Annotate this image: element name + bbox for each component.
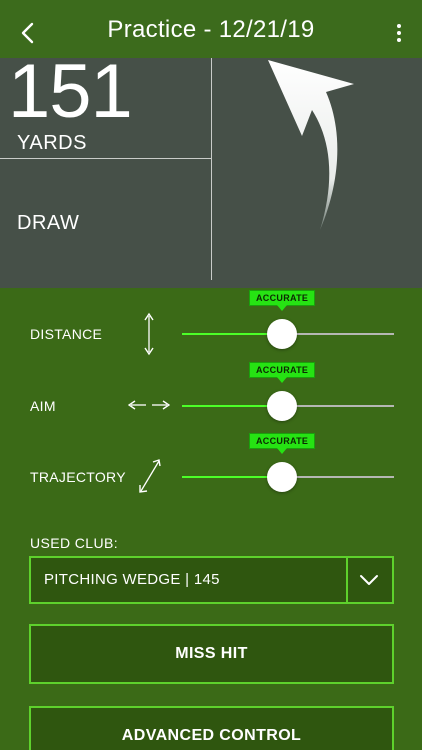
advanced-control-button[interactable]: ADVANCED CONTROL xyxy=(29,706,394,750)
divider xyxy=(346,558,348,602)
page-title: Practice - 12/21/19 xyxy=(107,16,315,43)
trajectory-label: TRAJECTORY xyxy=(30,469,126,485)
more-menu-button[interactable] xyxy=(390,20,408,46)
distance-accuracy-badge: ACCURATE xyxy=(249,290,316,311)
club-dropdown-value: PITCHING WEDGE | 145 xyxy=(44,571,220,588)
aim-accuracy-badge: ACCURATE xyxy=(249,362,316,383)
diagonal-arrows-icon xyxy=(139,459,161,493)
trajectory-control-row: TRAJECTORY ACCURATE xyxy=(0,433,422,503)
miss-hit-button[interactable]: MISS HIT xyxy=(29,624,394,684)
chevron-down-icon xyxy=(360,575,378,585)
trajectory-accuracy-badge: ACCURATE xyxy=(249,433,316,454)
aim-label: AIM xyxy=(30,398,56,414)
aim-slider-thumb[interactable] xyxy=(267,391,297,421)
club-dropdown-toggle[interactable] xyxy=(358,570,380,590)
distance-value: 151 xyxy=(8,49,133,134)
shot-path-arrow-icon xyxy=(268,60,354,230)
trajectory-slider-thumb[interactable] xyxy=(267,462,297,492)
horizontal-arrows-icon xyxy=(128,400,170,410)
vertical-arrows-icon xyxy=(144,312,154,356)
distance-slider-thumb[interactable] xyxy=(267,319,297,349)
shot-shape: DRAW xyxy=(17,212,80,234)
shot-summary-panel: 151 YARDS DRAW xyxy=(0,54,422,288)
club-dropdown[interactable]: PITCHING WEDGE | 145 xyxy=(29,556,394,604)
distance-unit: YARDS xyxy=(17,132,87,154)
distance-control-row: DISTANCE ACCURATE xyxy=(0,290,422,360)
aim-control-row: AIM ACCURATE xyxy=(0,362,422,432)
distance-label: DISTANCE xyxy=(30,326,103,342)
used-club-label: USED CLUB: xyxy=(30,535,119,551)
more-vertical-icon xyxy=(397,24,401,28)
divider xyxy=(0,158,211,159)
